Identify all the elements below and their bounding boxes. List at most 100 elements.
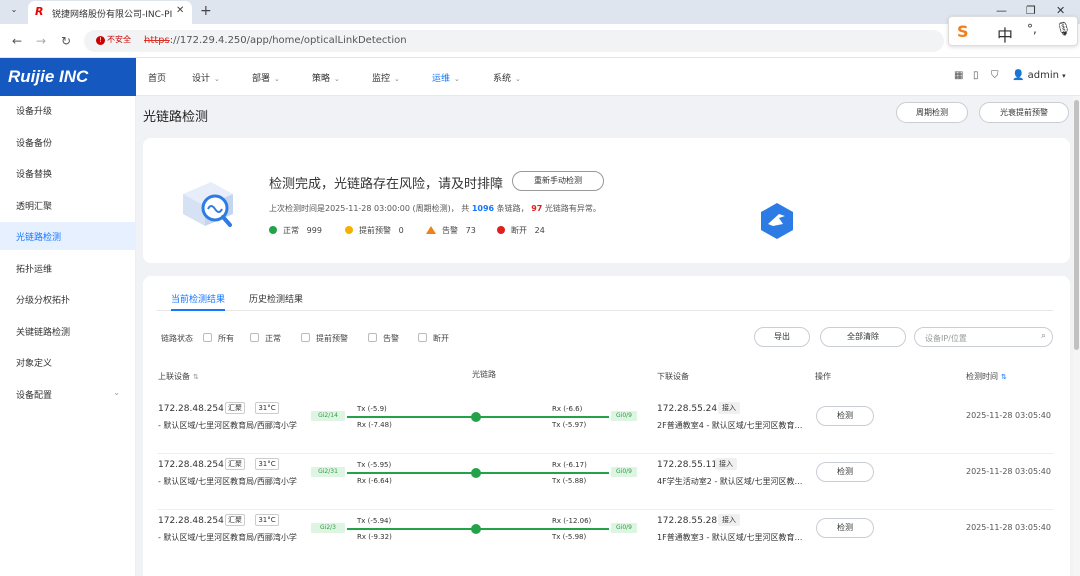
nav-system[interactable]: 系统 ⌄ <box>493 71 521 84</box>
nav-monitor[interactable]: 监控 ⌄ <box>372 71 400 84</box>
filter-option-label: 正常 <box>265 334 281 343</box>
abnormal-links-count: 97 <box>531 204 543 213</box>
reload-icon[interactable]: ↻ <box>61 34 71 48</box>
url-input[interactable]: ! 不安全 https://172.29.4.250/app/home/optic… <box>84 30 944 52</box>
new-tab-icon[interactable]: + <box>200 3 212 19</box>
nav-policy[interactable]: 策略 ⌄ <box>312 71 340 84</box>
tab-title: 锐捷网络股份有限公司-INC-PI <box>52 10 172 20</box>
recheck-button[interactable]: 重新手动检测 <box>512 171 604 191</box>
sort-icon[interactable]: ⇅ <box>1001 373 1007 381</box>
filter-disconnected[interactable]: 断开 <box>418 333 449 344</box>
user-menu[interactable]: 👤 admin ▾ <box>1012 70 1066 81</box>
stat-value: 0 <box>398 226 404 235</box>
ime-punctuation[interactable]: °, <box>1027 22 1037 36</box>
last-check-prefix: 上次检测时间是2025-11-28 03:00:00 (周期检测)， 共 <box>269 204 470 213</box>
checkbox[interactable] <box>368 333 377 342</box>
export-button[interactable]: 导出 <box>754 327 810 347</box>
col-header-label: 检测时间 <box>966 372 998 381</box>
sidebar-item-device-config[interactable]: 设备配置 ⌄ <box>0 380 136 408</box>
tab-search-icon[interactable]: ⌄ <box>6 5 22 19</box>
forward-icon[interactable]: → <box>36 34 46 48</box>
sidebar-item-object-definition[interactable]: 对象定义 <box>0 348 136 376</box>
browser-tab[interactable]: R 锐捷网络股份有限公司-INC-PI ✕ <box>28 1 192 24</box>
sidebar-item-optical-link-detection[interactable]: 光链路检测 <box>0 222 136 250</box>
link-status-dot[interactable] <box>471 412 481 422</box>
browser-tab-bar: ⌄ R 锐捷网络股份有限公司-INC-PI ✕ + — ❐ ✕ <box>0 0 1080 24</box>
check-circle-icon <box>269 226 277 234</box>
sort-icon[interactable]: ⇅ <box>193 373 199 381</box>
link-status-dot[interactable] <box>471 524 481 534</box>
tab-history-results[interactable]: 历史检测结果 <box>249 292 303 305</box>
ime-chinese-mode[interactable]: 中 <box>997 22 1013 46</box>
checkbox[interactable] <box>203 333 212 342</box>
tab-current-results[interactable]: 当前检测结果 <box>171 292 225 305</box>
down-device-ip[interactable]: 172.28.55.24 <box>657 404 717 414</box>
search-icon[interactable]: ⌕ <box>1041 331 1046 341</box>
device-icon[interactable]: ▯ <box>973 70 979 81</box>
filter-alarm[interactable]: 告警 <box>368 333 399 344</box>
stat-value: 73 <box>465 226 476 235</box>
stat-normal: 正常 999 <box>269 225 322 236</box>
nav-deploy[interactable]: 部署 ⌄ <box>252 71 280 84</box>
stat-label: 断开 <box>511 226 527 235</box>
search-input[interactable]: 设备IP/位置 ⌕ <box>914 327 1053 347</box>
rx-left: Rx (-7.48) <box>357 421 392 429</box>
shirt-icon[interactable]: ⛉ <box>991 70 999 81</box>
up-device-ip[interactable]: 172.28.48.254 <box>158 516 224 526</box>
checkbox[interactable] <box>301 333 310 342</box>
down-device-ip[interactable]: 172.28.55.28 <box>657 516 717 526</box>
role-badge: 汇聚 <box>225 514 245 526</box>
scrollbar-thumb[interactable] <box>1074 100 1079 350</box>
col-header-label: 上联设备 <box>158 372 190 381</box>
back-icon[interactable]: ← <box>12 34 22 48</box>
nav-design-label: 设计 <box>192 74 211 84</box>
sidebar-item-transparent-aggregation[interactable]: 透明汇聚 <box>0 191 136 219</box>
sidebar-item-device-backup[interactable]: 设备备份 <box>0 128 136 156</box>
detect-button[interactable]: 检测 <box>816 406 874 426</box>
periodic-detection-button[interactable]: 周期检测 <box>896 102 968 123</box>
filter-early-warning[interactable]: 提前预警 <box>301 333 348 344</box>
url-text: https://172.29.4.250/app/home/opticalLin… <box>144 35 407 46</box>
microphone-icon[interactable]: 🎙 <box>1055 22 1072 37</box>
filter-option-label: 所有 <box>218 334 234 343</box>
caret-down-icon: ▾ <box>1062 72 1066 80</box>
nav-design[interactable]: 设计 ⌄ <box>192 71 220 84</box>
col-header-up-device[interactable]: 上联设备 ⇅ <box>158 371 199 382</box>
last-check-suffix: 光链路有异常。 <box>544 204 601 213</box>
detect-button[interactable]: 检测 <box>816 462 874 482</box>
sidebar: 设备升级 设备备份 设备替换 透明汇聚 光链路检测 拓扑运维 分级分权拓扑 关键… <box>0 96 136 576</box>
col-header-operation: 操作 <box>815 372 831 381</box>
up-device-ip[interactable]: 172.28.48.254 <box>158 460 224 470</box>
filter-option-label: 断开 <box>433 334 449 343</box>
tx-left: Tx (-5.94) <box>357 517 392 525</box>
sogou-logo-icon[interactable]: S <box>957 22 969 41</box>
page-scrollbar[interactable] <box>1073 96 1080 576</box>
col-header-link: 光链路 <box>472 370 496 379</box>
up-device-ip[interactable]: 172.28.48.254 <box>158 404 224 414</box>
ruijie-inc-logo[interactable]: Ruijie INC <box>0 58 136 96</box>
link-status-dot[interactable] <box>471 468 481 478</box>
sidebar-item-device-replace[interactable]: 设备替换 <box>0 159 136 187</box>
close-tab-icon[interactable]: ✕ <box>176 5 184 16</box>
down-device-ip[interactable]: 172.28.55.11 <box>657 460 717 470</box>
filter-normal[interactable]: 正常 <box>250 333 281 344</box>
sidebar-item-key-link-detection[interactable]: 关键链路检测 <box>0 317 136 345</box>
bird-mascot-icon <box>761 203 793 239</box>
security-warning[interactable]: ! 不安全 <box>92 34 137 48</box>
sidebar-item-device-upgrade[interactable]: 设备升级 <box>0 96 136 124</box>
checkbox[interactable] <box>418 333 427 342</box>
security-warning-label: 不安全 <box>107 35 131 44</box>
sidebar-item-hierarchical-topology[interactable]: 分级分权拓扑 <box>0 285 136 313</box>
sidebar-item-topology-ops[interactable]: 拓扑运维 <box>0 254 136 282</box>
detect-button[interactable]: 检测 <box>816 518 874 538</box>
attenuation-warning-button[interactable]: 光衰提前预警 <box>979 102 1069 123</box>
stat-label: 提前预警 <box>359 226 391 235</box>
clear-all-button[interactable]: 全部清除 <box>820 327 906 347</box>
grid-icon[interactable]: ▦ <box>954 70 963 81</box>
nav-operations[interactable]: 运维 ⌄ <box>432 71 460 84</box>
stat-label: 告警 <box>442 226 458 235</box>
nav-home[interactable]: 首页 <box>148 71 166 84</box>
checkbox[interactable] <box>250 333 259 342</box>
filter-all[interactable]: 所有 <box>203 333 234 344</box>
col-header-check-time[interactable]: 检测时间 ⇅ <box>966 371 1007 382</box>
